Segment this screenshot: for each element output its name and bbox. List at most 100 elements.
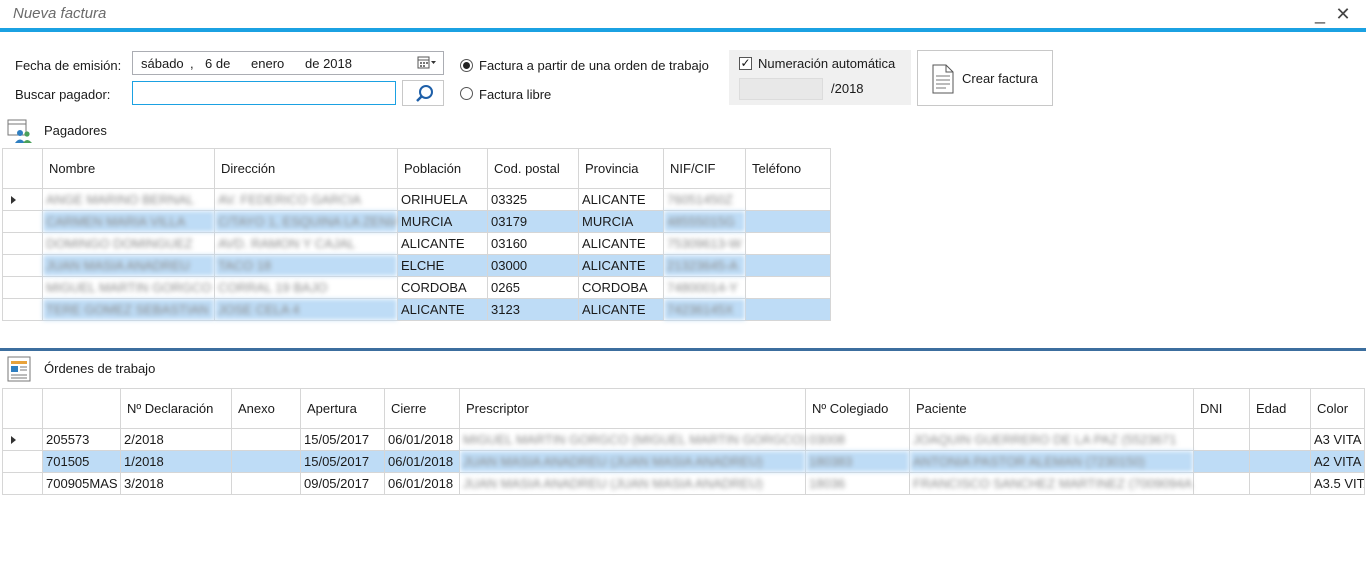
cell-cierre[interactable]: 06/01/2018 [384, 450, 460, 473]
minimize-icon[interactable]: _ [1309, 3, 1331, 25]
cell-telefono[interactable] [745, 232, 831, 255]
table-row[interactable]: CARMEN MARIA VILLA C/TAYO 1, ESQUINA LA … [2, 210, 831, 233]
radio-factura-libre[interactable] [460, 87, 473, 100]
cell-colegiado[interactable]: 03008 [805, 428, 910, 451]
numeracion-label[interactable]: Numeración automática [758, 56, 895, 71]
column-header-edad[interactable]: Edad [1249, 388, 1311, 429]
cell-nombre[interactable]: ANGE MARINO BERNAL [42, 188, 215, 211]
cell-provincia[interactable]: CORDOBA [578, 276, 664, 299]
column-header-prescriptor[interactable]: Prescriptor [459, 388, 806, 429]
cell-anexo[interactable] [231, 428, 301, 451]
cell-provincia[interactable]: MURCIA [578, 210, 664, 233]
fecha-month[interactable]: enero [251, 56, 284, 71]
section-divider[interactable] [0, 348, 1366, 351]
search-button[interactable] [402, 80, 444, 106]
fecha-picker[interactable]: sábado , 6 de enero de 2018 [132, 51, 444, 75]
cell-paciente[interactable]: JOAQUIN GUERRERO DE LA PAZ (5523671 [909, 428, 1194, 451]
cell-nif[interactable]: 21323645-A [663, 254, 746, 277]
cell-telefono[interactable] [745, 254, 831, 277]
column-header-direccion[interactable]: Dirección [214, 148, 398, 189]
cell-direccion[interactable]: TACO 18 [214, 254, 398, 277]
cell-edad[interactable] [1249, 450, 1311, 473]
fecha-day[interactable]: 6 de [205, 56, 230, 71]
cell-prescriptor[interactable]: JUAN MASIA ANADREU (JUAN MASIA ANADREU) [459, 472, 806, 495]
table-row[interactable]: TERE GOMEZ SEBASTIAN JOSE CELA 4 ALICANT… [2, 298, 831, 321]
cell-telefono[interactable] [745, 188, 831, 211]
cell-color[interactable]: A2 VITA [1310, 450, 1365, 473]
cell-declaracion[interactable]: 1/2018 [120, 450, 232, 473]
cell-dni[interactable] [1193, 428, 1250, 451]
cell-poblacion[interactable]: CORDOBA [397, 276, 488, 299]
cell-nif[interactable]: 74236145X [663, 298, 746, 321]
calendar-dropdown-icon[interactable] [417, 55, 437, 71]
table-row[interactable]: JUAN MASIA ANADREU TACO 18 ELCHE 03000 A… [2, 254, 831, 277]
column-header-provincia[interactable]: Provincia [578, 148, 664, 189]
column-header-nombre[interactable]: Nombre [42, 148, 215, 189]
cell-nombre[interactable]: JUAN MASIA ANADREU [42, 254, 215, 277]
cell-prescriptor[interactable]: JUAN MASIA ANADREU (JUAN MASIA ANADREU) [459, 450, 806, 473]
cell-colegiado[interactable]: 180383 [805, 450, 910, 473]
cell-poblacion[interactable]: ALICANTE [397, 232, 488, 255]
crear-factura-button[interactable]: Crear factura [917, 50, 1053, 106]
cell-cod-postal[interactable]: 03325 [487, 188, 579, 211]
radio-factura-orden[interactable] [460, 59, 473, 72]
table-row[interactable]: ANGE MARINO BERNAL AV. FEDERICO GARCIA O… [2, 188, 831, 211]
cell-apertura[interactable]: 15/05/2017 [300, 428, 385, 451]
table-row[interactable]: DOMINGO DOMINGUEZ AVD. RAMON Y CAJAL ALI… [2, 232, 831, 255]
column-header-telefono[interactable]: Teléfono [745, 148, 831, 189]
cell-paciente[interactable]: ANTONIA PASTOR ALEMAN (7230150) [909, 450, 1194, 473]
cell-cod-postal[interactable]: 3123 [487, 298, 579, 321]
cell-telefono[interactable] [745, 210, 831, 233]
cell-orden[interactable]: 700905MAS [42, 472, 121, 495]
cell-cod-postal[interactable]: 03179 [487, 210, 579, 233]
cell-nombre[interactable]: DOMINGO DOMINGUEZ [42, 232, 215, 255]
column-header-cierre[interactable]: Cierre [384, 388, 460, 429]
cell-provincia[interactable]: ALICANTE [578, 254, 664, 277]
cell-apertura[interactable]: 09/05/2017 [300, 472, 385, 495]
cell-nif[interactable]: 76051450Z [663, 188, 746, 211]
column-header-color[interactable]: Color [1310, 388, 1365, 429]
cell-direccion[interactable]: JOSE CELA 4 [214, 298, 398, 321]
column-header-declaracion[interactable]: Nº Declaración [120, 388, 232, 429]
cell-nif[interactable]: 75309613-W [663, 232, 746, 255]
cell-cod-postal[interactable]: 0265 [487, 276, 579, 299]
table-row[interactable]: 700905MAS 3/2018 09/05/2017 06/01/2018 J… [2, 472, 1365, 495]
cell-anexo[interactable] [231, 472, 301, 495]
cell-apertura[interactable]: 15/05/2017 [300, 450, 385, 473]
cell-nif[interactable]: 48555015G [663, 210, 746, 233]
cell-edad[interactable] [1249, 472, 1311, 495]
cell-cod-postal[interactable]: 03160 [487, 232, 579, 255]
numeracion-field[interactable] [739, 78, 823, 100]
column-header-apertura[interactable]: Apertura [300, 388, 385, 429]
column-header-nif[interactable]: NIF/CIF [663, 148, 746, 189]
buscar-pagador-input[interactable] [132, 81, 396, 105]
cell-color[interactable]: A3.5 VITA [1310, 472, 1365, 495]
cell-poblacion[interactable]: MURCIA [397, 210, 488, 233]
cell-provincia[interactable]: ALICANTE [578, 232, 664, 255]
fecha-year[interactable]: de 2018 [305, 56, 352, 71]
column-header-orden[interactable] [42, 388, 121, 429]
cell-direccion[interactable]: CORRAL 19 BAJO [214, 276, 398, 299]
column-header-colegiado[interactable]: Nº Colegiado [805, 388, 910, 429]
cell-poblacion[interactable]: ORIHUELA [397, 188, 488, 211]
table-row[interactable]: 701505 1/2018 15/05/2017 06/01/2018 JUAN… [2, 450, 1365, 473]
cell-direccion[interactable]: AV. FEDERICO GARCIA [214, 188, 398, 211]
cell-direccion[interactable]: AVD. RAMON Y CAJAL [214, 232, 398, 255]
cell-direccion[interactable]: C/TAYO 1, ESQUINA LA ZENIA [214, 210, 398, 233]
cell-orden[interactable]: 205573 [42, 428, 121, 451]
cell-provincia[interactable]: ALICANTE [578, 188, 664, 211]
cell-telefono[interactable] [745, 276, 831, 299]
table-row[interactable]: MIGUEL MARTIN GORGCO CORRAL 19 BAJO CORD… [2, 276, 831, 299]
cell-anexo[interactable] [231, 450, 301, 473]
column-header-cod-postal[interactable]: Cod. postal [487, 148, 579, 189]
cell-paciente[interactable]: FRANCISCO SANCHEZ MARTINEZ (7009094A) [909, 472, 1194, 495]
cell-provincia[interactable]: ALICANTE [578, 298, 664, 321]
table-row[interactable]: 205573 2/2018 15/05/2017 06/01/2018 MIGU… [2, 428, 1365, 451]
cell-cierre[interactable]: 06/01/2018 [384, 428, 460, 451]
close-icon[interactable]: ✕ [1332, 3, 1354, 25]
cell-colegiado[interactable]: 18036 [805, 472, 910, 495]
cell-nombre[interactable]: TERE GOMEZ SEBASTIAN [42, 298, 215, 321]
column-header-paciente[interactable]: Paciente [909, 388, 1194, 429]
column-header-poblacion[interactable]: Población [397, 148, 488, 189]
radio-factura-libre-label[interactable]: Factura libre [479, 87, 551, 102]
